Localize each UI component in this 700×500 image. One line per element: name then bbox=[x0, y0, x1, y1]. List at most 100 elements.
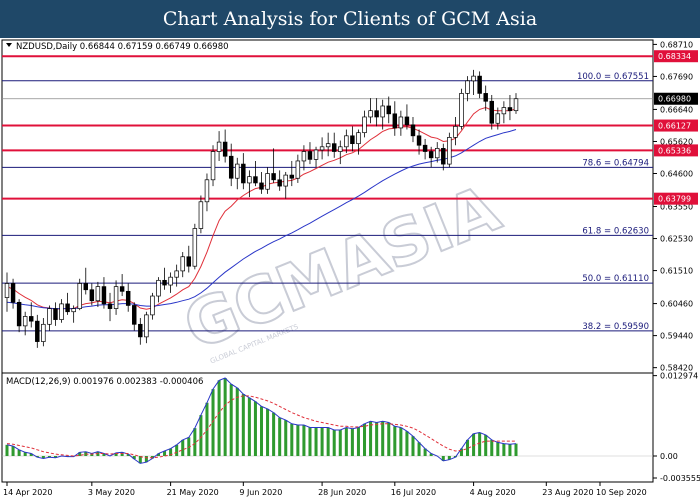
candle-body bbox=[344, 135, 349, 148]
candle-body bbox=[416, 135, 422, 146]
candle-body bbox=[192, 228, 198, 267]
candle-body bbox=[59, 303, 64, 320]
date-axis-tick-label: 16 Jul 2020 bbox=[391, 488, 436, 497]
symbol-info-text: NZDUSD,Daily 0.66844 0.67159 0.66749 0.6… bbox=[16, 42, 229, 52]
candle-body bbox=[186, 256, 192, 267]
macd-axis-tick-label: -0.003555 bbox=[660, 474, 700, 483]
date-axis-tick-label: 21 May 2020 bbox=[167, 488, 219, 497]
candle-body bbox=[65, 303, 70, 313]
candle-body bbox=[447, 137, 452, 165]
price-axis-tick-label: 0.66640 bbox=[660, 105, 693, 114]
candle-body bbox=[216, 141, 222, 152]
date-axis-tick-label: 9 Jun 2020 bbox=[239, 488, 282, 497]
candle-body bbox=[422, 144, 428, 152]
candle-body bbox=[507, 107, 513, 112]
candle-body bbox=[386, 105, 391, 115]
fibonacci-level-label: 100.0 = 0.67551 bbox=[577, 72, 649, 82]
candle-body bbox=[265, 173, 270, 190]
candle-body bbox=[434, 148, 440, 159]
date-axis-tick-label: 3 May 2020 bbox=[88, 488, 135, 497]
candle-body bbox=[477, 75, 482, 94]
current-price-tag-label: 0.66980 bbox=[658, 95, 691, 104]
candle-body bbox=[119, 286, 125, 292]
macd-axis-tick-label: 0.012974 bbox=[660, 372, 698, 381]
date-axis-tick-label: 4 Aug 2020 bbox=[470, 488, 516, 497]
candle-body bbox=[465, 80, 470, 94]
candle-body bbox=[156, 279, 161, 297]
candle-body bbox=[313, 149, 319, 160]
candle-body bbox=[204, 179, 210, 203]
candle-body bbox=[95, 286, 101, 302]
symbol-info-header: NZDUSD,Daily 0.66844 0.67159 0.66749 0.6… bbox=[6, 42, 229, 52]
candle-body bbox=[125, 290, 131, 306]
candle-body bbox=[144, 314, 149, 338]
price-axis-tick-label: 0.59440 bbox=[660, 332, 693, 341]
candle-body bbox=[501, 107, 507, 115]
level-price-tag-label: 0.63799 bbox=[658, 195, 691, 204]
level-price-tag-label: 0.65336 bbox=[658, 146, 691, 155]
candle-body bbox=[16, 301, 22, 327]
candle-body bbox=[132, 305, 137, 325]
candle-body bbox=[228, 155, 234, 179]
candle-body bbox=[283, 174, 288, 187]
candle-body bbox=[138, 323, 143, 338]
candle-body bbox=[174, 270, 179, 278]
candle-body bbox=[483, 93, 488, 102]
candle-body bbox=[271, 173, 276, 181]
candle-body bbox=[459, 93, 464, 127]
candle-body bbox=[41, 323, 46, 342]
candle-body bbox=[441, 148, 446, 165]
candle-body bbox=[83, 283, 89, 291]
candle-body bbox=[380, 105, 385, 118]
price-axis-tick-label: 0.64600 bbox=[660, 170, 693, 179]
level-price-tag-label: 0.66127 bbox=[658, 122, 691, 131]
price-axis-tick-label: 0.61510 bbox=[660, 267, 693, 276]
candle-body bbox=[22, 316, 28, 327]
candle-body bbox=[295, 160, 301, 179]
candle-body bbox=[10, 283, 16, 303]
chart-banner-title: Chart Analysis for Clients of GCM Asia bbox=[0, 0, 700, 38]
candle-body bbox=[241, 163, 246, 184]
candle-body bbox=[4, 283, 10, 298]
candle-body bbox=[277, 179, 282, 187]
main-plot-frame bbox=[1, 39, 654, 374]
candle-body bbox=[289, 174, 295, 179]
candle-body bbox=[513, 98, 519, 112]
date-axis-tick-label: 23 Aug 2020 bbox=[542, 488, 593, 497]
candle-body bbox=[410, 124, 416, 137]
candle-body bbox=[495, 113, 501, 124]
candle-body bbox=[247, 176, 252, 184]
fibonacci-level-label: 61.8 = 0.62630 bbox=[582, 226, 649, 236]
candle-body bbox=[319, 146, 325, 151]
candle-body bbox=[180, 256, 185, 272]
candle-body bbox=[350, 135, 355, 145]
candle-body bbox=[162, 279, 167, 286]
candle-body bbox=[331, 143, 337, 152]
price-chart[interactable]: GCMASIAGLOBAL CAPITAL MARKETS 100.0 = 0.… bbox=[0, 38, 700, 500]
candle-body bbox=[168, 276, 173, 286]
price-axis-tick-label: 0.68710 bbox=[660, 40, 693, 49]
candle-body bbox=[259, 182, 264, 190]
candle-body bbox=[368, 110, 373, 118]
candle-body bbox=[222, 141, 228, 157]
candle-body bbox=[471, 75, 476, 82]
price-axis-tick-label: 0.67690 bbox=[660, 72, 693, 81]
candle-body bbox=[89, 289, 95, 302]
candle-body bbox=[338, 146, 343, 152]
fibonacci-level-label: 78.6 = 0.64794 bbox=[582, 158, 649, 168]
candle-body bbox=[374, 110, 379, 118]
candle-body bbox=[392, 113, 398, 129]
candle-body bbox=[107, 303, 113, 309]
price-axis-tick-label: 0.62530 bbox=[660, 235, 693, 244]
candle-body bbox=[253, 176, 258, 184]
candle-body bbox=[453, 126, 458, 138]
candle-body bbox=[113, 286, 119, 309]
candle-body bbox=[489, 100, 494, 124]
candle-body bbox=[29, 316, 34, 322]
candle-body bbox=[398, 116, 404, 129]
candle-body bbox=[101, 286, 107, 305]
candle-body bbox=[325, 143, 331, 148]
macd-info-text: MACD(12,26,9) 0.001976 0.002383 -0.00040… bbox=[6, 377, 203, 387]
candle-body bbox=[301, 151, 307, 162]
candle-body bbox=[428, 151, 434, 159]
